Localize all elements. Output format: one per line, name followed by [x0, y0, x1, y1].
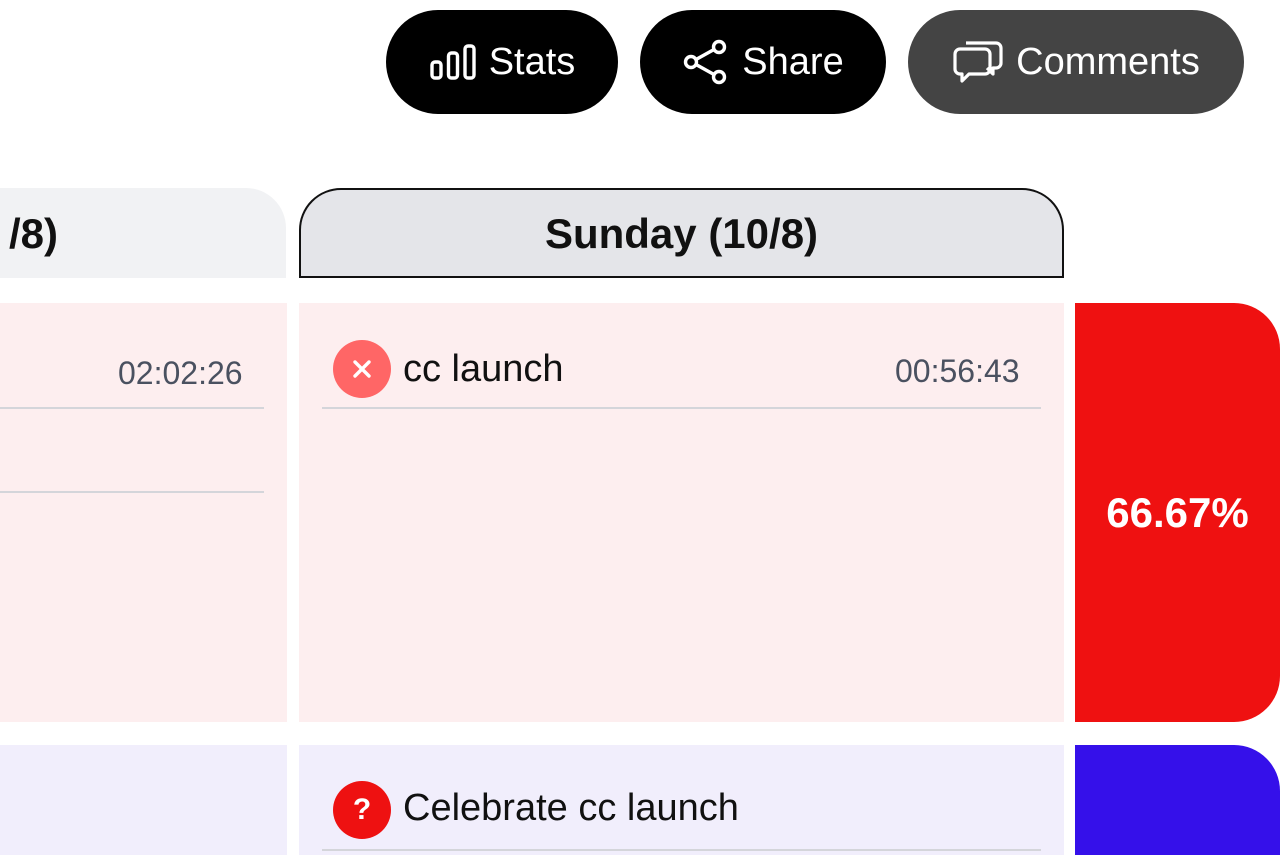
day-header-previous: /8)	[0, 188, 286, 278]
task-time: 02:02:26	[118, 355, 243, 391]
unknown-status-icon[interactable]: ?	[333, 781, 391, 839]
divider	[322, 407, 1041, 409]
failed-status-icon[interactable]	[333, 340, 391, 398]
stats-button[interactable]: Stats	[386, 10, 618, 114]
comments-label: Comments	[1016, 40, 1200, 83]
sunday-cell: ? Celebrate cc launch	[299, 745, 1064, 855]
previous-day-cell: 02:02:26	[0, 303, 287, 722]
task-name[interactable]: Celebrate cc launch	[403, 787, 739, 830]
completion-percentage-card	[1075, 745, 1280, 855]
day-header-previous-label: /8)	[8, 210, 58, 257]
divider	[0, 491, 264, 493]
divider	[322, 849, 1041, 851]
task-name[interactable]: cc launch	[403, 348, 564, 391]
day-header-sunday-label: Sunday (10/8)	[544, 210, 819, 257]
share-icon	[682, 38, 730, 86]
share-label: Share	[742, 40, 844, 83]
completion-percentage-card: 66.67%	[1075, 303, 1280, 722]
stats-label: Stats	[488, 40, 576, 83]
day-header-sunday: Sunday (10/8)	[299, 188, 1064, 278]
completion-percentage: 66.67%	[1106, 488, 1249, 536]
question-mark-icon: ?	[352, 793, 372, 826]
comments-button[interactable]: Comments	[908, 10, 1244, 114]
divider	[0, 407, 264, 409]
comments-icon	[952, 39, 1004, 85]
share-button[interactable]: Share	[640, 10, 886, 114]
task-time: 00:56:43	[895, 353, 1020, 389]
sunday-cell: cc launch 00:56:43	[299, 303, 1064, 722]
bar-chart-icon	[429, 44, 477, 80]
previous-day-cell	[0, 745, 287, 855]
